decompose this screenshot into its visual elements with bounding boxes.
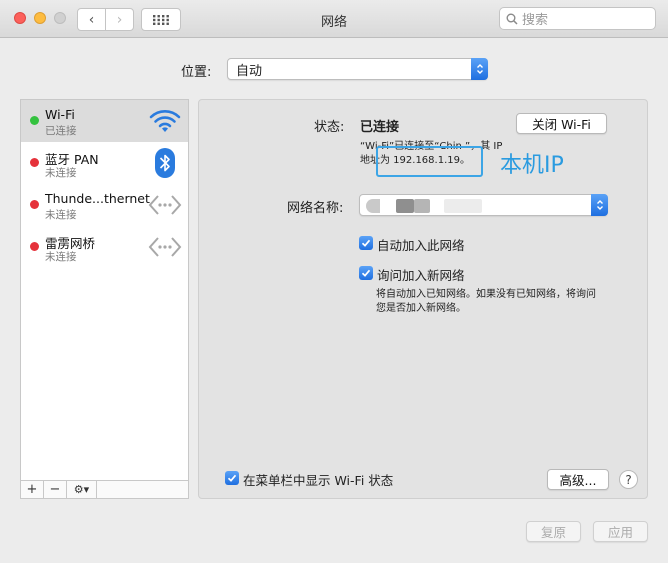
- show-all-button[interactable]: [141, 8, 181, 31]
- ip-highlight-box: [376, 146, 483, 177]
- chevron-right-icon: ›: [116, 11, 123, 28]
- status-dot: [30, 242, 39, 251]
- service-status: 未连接: [45, 167, 77, 179]
- minimize-window-button[interactable]: [34, 12, 46, 24]
- forward-button[interactable]: ›: [105, 9, 133, 30]
- ethernet-icon: [148, 232, 182, 262]
- search-field[interactable]: 搜索: [499, 7, 656, 30]
- apply-button[interactable]: 应用: [593, 521, 648, 542]
- gear-icon: ⚙▾: [73, 483, 90, 496]
- service-item-bluetooth-pan[interactable]: 蓝牙 PAN 未连接: [21, 142, 188, 184]
- grid-icon: [153, 14, 169, 25]
- revert-button[interactable]: 复原: [526, 521, 581, 542]
- search-placeholder: 搜索: [522, 13, 549, 28]
- service-status: 未连接: [45, 209, 77, 221]
- sidebar-toolbar: + − ⚙▾: [21, 480, 188, 498]
- service-name: Thunde...thernet: [45, 191, 150, 206]
- status-value: 已连接: [360, 120, 400, 135]
- location-popup[interactable]: 自动: [227, 58, 488, 80]
- ip-annotation: 本机IP: [500, 153, 564, 178]
- nav-buttons: ‹ ›: [77, 8, 134, 31]
- ask-join-description-line: 您是否加入新网络。: [376, 303, 466, 314]
- ethernet-icon: [148, 190, 182, 220]
- ask-join-checkbox[interactable]: [359, 266, 373, 280]
- redacted-block: [396, 199, 414, 213]
- minus-icon: −: [49, 482, 61, 497]
- turn-off-wifi-button[interactable]: 关闭 Wi-Fi: [516, 113, 607, 134]
- checkmark-icon: [227, 474, 237, 482]
- status-dot: [30, 200, 39, 209]
- status-label: 状态:: [314, 120, 345, 135]
- service-list: Wi-Fi 已连接 蓝牙 PAN 未连接 Thunde...thernet 未连…: [20, 99, 189, 499]
- question-icon: ?: [625, 472, 632, 487]
- close-window-button[interactable]: [14, 12, 26, 24]
- service-item-wifi[interactable]: Wi-Fi 已连接: [21, 100, 188, 142]
- back-button[interactable]: ‹: [78, 9, 105, 30]
- title-bar: ‹ › 网络 搜索: [0, 0, 668, 38]
- ask-join-description-line: 将自动加入已知网络。如果没有已知网络，将询问: [376, 289, 596, 300]
- service-name: Wi-Fi: [45, 107, 75, 122]
- network-name-label: 网络名称:: [287, 201, 344, 216]
- popup-stepper-icon: [591, 194, 608, 216]
- service-status: 已连接: [45, 125, 77, 137]
- redacted-block: [444, 199, 482, 213]
- zoom-window-button[interactable]: [54, 12, 66, 24]
- wifi-icon: [148, 106, 182, 136]
- bluetooth-icon: [148, 148, 182, 178]
- redacted-block: [366, 199, 380, 213]
- status-dot: [30, 158, 39, 167]
- search-icon: [506, 13, 518, 25]
- service-item-thunderbolt-bridge[interactable]: 雷雳网桥 未连接: [21, 226, 188, 268]
- add-service-button[interactable]: +: [21, 481, 44, 498]
- network-name-popup[interactable]: [359, 194, 608, 216]
- show-in-menubar-checkbox[interactable]: [225, 471, 239, 485]
- auto-join-checkbox[interactable]: [359, 236, 373, 250]
- auto-join-label: 自动加入此网络: [377, 238, 465, 253]
- location-label: 位置:: [181, 65, 212, 80]
- ask-join-label: 询问加入新网络: [377, 268, 465, 283]
- remove-service-button[interactable]: −: [44, 481, 67, 498]
- service-item-thunderbolt-ethernet[interactable]: Thunde...thernet 未连接: [21, 184, 188, 226]
- help-button[interactable]: ?: [619, 470, 638, 489]
- redacted-block: [414, 199, 430, 213]
- popup-stepper-icon: [471, 58, 488, 80]
- plus-icon: +: [26, 482, 38, 497]
- status-dot: [30, 116, 39, 125]
- action-menu-button[interactable]: ⚙▾: [67, 481, 97, 498]
- show-in-menubar-label: 在菜单栏中显示 Wi-Fi 状态: [243, 473, 394, 488]
- chevron-left-icon: ‹: [88, 11, 95, 28]
- checkmark-icon: [361, 239, 371, 247]
- service-status: 未连接: [45, 251, 77, 263]
- ask-join-description: 将自动加入已知网络。如果没有已知网络，将询问 您是否加入新网络。: [376, 288, 612, 316]
- location-value: 自动: [236, 63, 263, 79]
- checkmark-icon: [361, 269, 371, 277]
- advanced-button[interactable]: 高级...: [547, 469, 609, 490]
